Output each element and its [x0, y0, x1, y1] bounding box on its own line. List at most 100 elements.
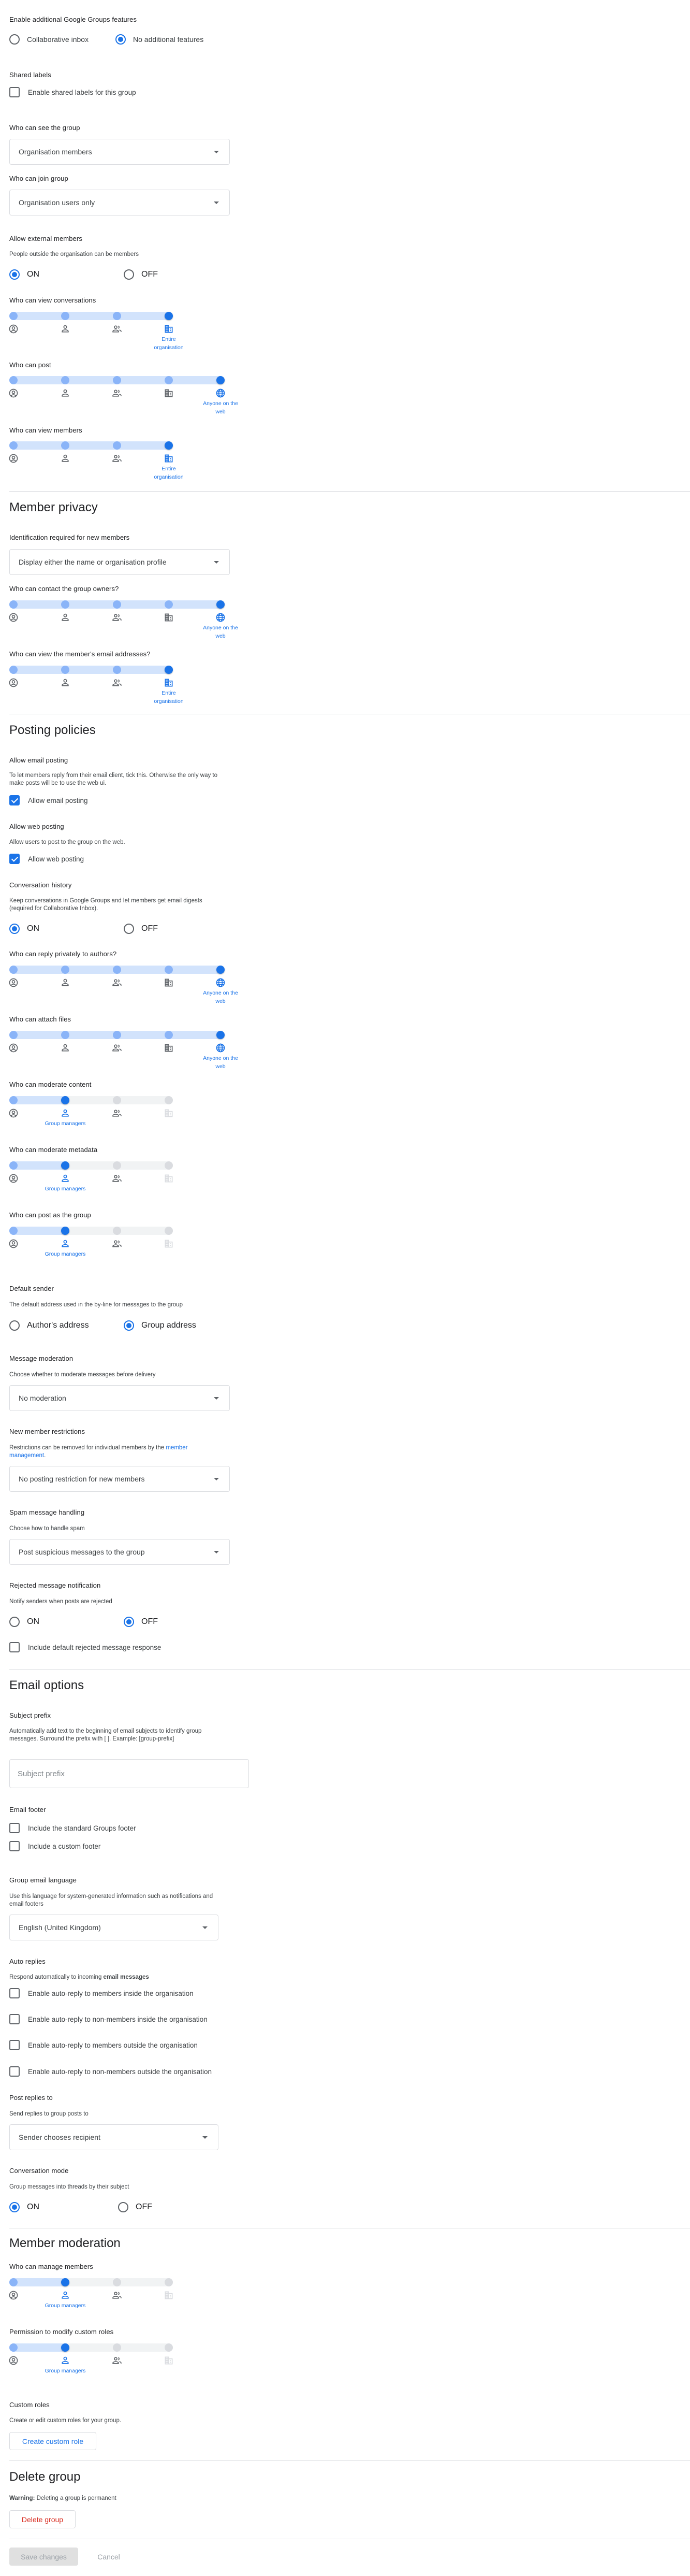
slider-stop[interactable] — [9, 1161, 18, 1170]
sender-group-address[interactable]: Group address — [124, 1320, 196, 1331]
rejected-response-checkbox[interactable] — [9, 1642, 20, 1652]
cancel-button[interactable]: Cancel — [88, 2548, 129, 2566]
conversation-mode-off[interactable]: OFF — [118, 2202, 152, 2212]
slider-stop[interactable] — [9, 2343, 18, 2352]
web-posting-checkbox[interactable] — [9, 854, 20, 864]
slider-stop[interactable] — [113, 666, 121, 674]
slider-thumb[interactable] — [165, 441, 173, 450]
sender-authors-address[interactable]: Author's address — [9, 1320, 124, 1331]
post-as-group-slider[interactable]: Group managers — [9, 1223, 194, 1280]
slider-stop[interactable] — [113, 600, 121, 609]
slider-thumb[interactable] — [216, 966, 225, 974]
slider-stop[interactable] — [165, 1096, 173, 1104]
slider-stop[interactable] — [61, 600, 69, 609]
slider-stop[interactable] — [165, 1227, 173, 1235]
slider-stop[interactable] — [9, 1096, 18, 1104]
slider-stop[interactable] — [9, 2278, 18, 2286]
slider-thumb[interactable] — [61, 1227, 69, 1235]
save-changes-button[interactable]: Save changes — [9, 2548, 78, 2566]
slider-stop[interactable] — [113, 1161, 121, 1170]
who-can-see-select[interactable]: Organisation members — [9, 139, 230, 165]
history-on[interactable]: ON — [9, 924, 124, 934]
manage-members-slider[interactable]: Group managers — [9, 2275, 194, 2332]
slider-thumb[interactable] — [61, 1096, 69, 1104]
slider-stop[interactable] — [113, 1031, 121, 1039]
slider-stop[interactable] — [9, 600, 18, 609]
slider-stop[interactable] — [9, 1031, 18, 1039]
slider-stop[interactable] — [9, 376, 18, 384]
slider-thumb[interactable] — [216, 376, 225, 384]
message-moderation-select[interactable]: No moderation — [9, 1385, 230, 1411]
email-language-select[interactable]: English (United Kingdom) — [9, 1915, 218, 1940]
slider-stop[interactable] — [165, 966, 173, 974]
radio-button[interactable] — [124, 1320, 134, 1331]
who-can-join-select[interactable]: Organisation users only — [9, 190, 230, 215]
radio-button[interactable] — [9, 269, 20, 280]
rejected-response-checkbox-row[interactable]: Include default rejected message respons… — [9, 1642, 161, 1652]
reply-privately-slider[interactable]: Anyone on the web — [9, 962, 245, 1019]
history-off[interactable]: OFF — [124, 924, 158, 934]
external-members-on[interactable]: ON — [9, 269, 124, 280]
slider-stop[interactable] — [165, 2278, 173, 2286]
radio-button[interactable] — [9, 2202, 20, 2212]
view-members-slider[interactable]: Entire organisation — [9, 438, 194, 495]
shared-labels-checkbox[interactable] — [9, 87, 20, 97]
slider-stop[interactable] — [61, 441, 69, 450]
auto-reply-members-inside-checkbox[interactable] — [9, 1988, 20, 1998]
radio-button[interactable] — [9, 1320, 20, 1331]
auto-reply-checkbox-row[interactable]: Enable auto-reply to members outside the… — [9, 2040, 198, 2050]
rejected-off[interactable]: OFF — [124, 1617, 158, 1627]
slider-stop[interactable] — [9, 666, 18, 674]
radio-button[interactable] — [118, 2202, 128, 2212]
radio-no-additional-features[interactable]: No additional features — [115, 34, 203, 45]
view-conversations-slider[interactable]: Entire organisation — [9, 308, 194, 365]
standard-footer-checkbox[interactable] — [9, 1823, 20, 1833]
slider-stop[interactable] — [165, 2343, 173, 2352]
slider-stop[interactable] — [113, 2278, 121, 2286]
auto-reply-members-outside-checkbox[interactable] — [9, 2040, 20, 2050]
moderate-content-slider[interactable]: Group managers — [9, 1092, 194, 1149]
post-replies-select[interactable]: Sender chooses recipient — [9, 2124, 218, 2150]
slider-stop[interactable] — [113, 312, 121, 320]
slider-stop[interactable] — [61, 666, 69, 674]
spam-handling-select[interactable]: Post suspicious messages to the group — [9, 1539, 230, 1565]
auto-reply-checkbox-row[interactable]: Enable auto-reply to non-members outside… — [9, 2066, 212, 2077]
radio-button[interactable] — [124, 269, 134, 280]
rejected-on[interactable]: ON — [9, 1617, 124, 1627]
attach-files-slider[interactable]: Anyone on the web — [9, 1027, 245, 1084]
slider-stop[interactable] — [9, 966, 18, 974]
new-member-restrictions-select[interactable]: No posting restriction for new members — [9, 1466, 230, 1492]
subject-prefix-input[interactable] — [9, 1759, 249, 1788]
slider-thumb[interactable] — [61, 2343, 69, 2352]
slider-stop[interactable] — [61, 966, 69, 974]
slider-stop[interactable] — [9, 441, 18, 450]
radio-button[interactable] — [115, 34, 126, 45]
auto-reply-nonmembers-inside-checkbox[interactable] — [9, 2014, 20, 2024]
conversation-mode-on[interactable]: ON — [9, 2202, 118, 2212]
slider-thumb[interactable] — [61, 2278, 69, 2286]
slider-thumb[interactable] — [165, 312, 173, 320]
slider-stop[interactable] — [165, 376, 173, 384]
slider-stop[interactable] — [113, 1227, 121, 1235]
radio-button[interactable] — [9, 924, 20, 934]
slider-stop[interactable] — [113, 441, 121, 450]
delete-group-button[interactable]: Delete group — [9, 2510, 76, 2528]
create-custom-role-button[interactable]: Create custom role — [9, 2432, 96, 2450]
slider-stop[interactable] — [61, 312, 69, 320]
slider-thumb[interactable] — [216, 1031, 225, 1039]
slider-stop[interactable] — [61, 376, 69, 384]
auto-reply-nonmembers-outside-checkbox[interactable] — [9, 2066, 20, 2077]
identification-select[interactable]: Display either the name or organisation … — [9, 549, 230, 575]
email-posting-checkbox-row[interactable]: Allow email posting — [9, 795, 88, 805]
external-members-off[interactable]: OFF — [124, 269, 158, 280]
radio-button[interactable] — [124, 924, 134, 934]
slider-stop[interactable] — [113, 1096, 121, 1104]
slider-stop[interactable] — [61, 1031, 69, 1039]
slider-stop[interactable] — [165, 600, 173, 609]
standard-footer-checkbox-row[interactable]: Include the standard Groups footer — [9, 1823, 136, 1833]
contact-owners-slider[interactable]: Anyone on the web — [9, 597, 245, 654]
radio-button[interactable] — [124, 1617, 134, 1627]
modify-custom-roles-slider[interactable]: Group managers — [9, 2340, 194, 2397]
auto-reply-checkbox-row[interactable]: Enable auto-reply to members inside the … — [9, 1988, 194, 1998]
slider-stop[interactable] — [113, 376, 121, 384]
